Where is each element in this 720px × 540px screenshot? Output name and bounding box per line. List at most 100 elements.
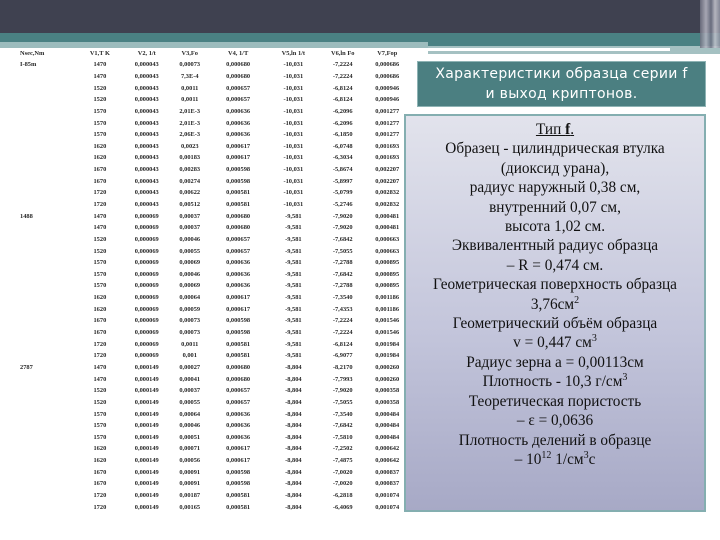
table-cell: 0,000636 xyxy=(226,410,251,418)
table-cell: 0,000069 xyxy=(134,340,159,348)
nuclide-cell xyxy=(12,303,75,315)
table-cell: -8,2170 xyxy=(332,363,353,371)
column-header: V1,T K xyxy=(89,50,110,57)
column-header: V3,Fo xyxy=(181,50,199,57)
table-cell: 0,000657 xyxy=(226,398,251,406)
table-cell: 0,000636 xyxy=(226,282,251,290)
table-cell: 0,000946 xyxy=(375,96,400,104)
table-cell: -8,804 xyxy=(285,503,302,511)
nuclide-cell: 1488 xyxy=(20,212,33,220)
table-row: 1570 0,000043 2,01E-3 0,000636 -10,031 -6,209… xyxy=(12,117,410,129)
table-cell: -7,3540 xyxy=(332,294,353,302)
table-cell: 1520 xyxy=(93,247,107,255)
table-cell: 1620 xyxy=(93,142,107,150)
nuclide-cell xyxy=(12,455,75,467)
nuclide-cell xyxy=(12,187,75,199)
table-cell: -10,031 xyxy=(283,72,304,80)
nuclide-cell xyxy=(12,280,75,292)
table-cell: 0,00046 xyxy=(179,422,201,430)
table-cell: 0,000043 xyxy=(134,189,159,197)
table-cell: 0,000581 xyxy=(226,352,251,360)
table-row: 1720 0,000043 0,00512 0,000581 -10,031 -5,274… xyxy=(12,199,410,211)
table-cell: 0,00037 xyxy=(179,387,201,395)
table-cell: -9,581 xyxy=(285,224,302,232)
table-cell: 0,000636 xyxy=(226,131,251,139)
nuclide-cell xyxy=(12,327,75,339)
table-cell: 0,000636 xyxy=(226,119,251,127)
table-row: 1620 0,000043 0,00183 0,000617 -10,031 -6,303… xyxy=(12,152,410,164)
table-row: 1570 0,000069 0,00069 0,000636 -9,581 -7,2788… xyxy=(12,257,410,269)
table-cell: -6,2818 xyxy=(332,492,353,500)
table-cell: -10,031 xyxy=(283,142,304,150)
table-cell: -7,4353 xyxy=(332,305,353,313)
table-cell: 0,000043 xyxy=(134,166,159,174)
table-cell: -7,0020 xyxy=(332,480,353,488)
table-cell: 0,000598 xyxy=(226,317,251,325)
nuclide-cell xyxy=(12,466,75,478)
table-cell: 1520 xyxy=(93,96,107,104)
table-cell: 0,00091 xyxy=(179,468,201,476)
table-cell: -6,8124 xyxy=(332,340,353,348)
column-header: Nsec,Nm xyxy=(20,50,45,57)
table-cell: 0,00165 xyxy=(179,503,201,511)
corner-decoration xyxy=(700,0,720,48)
table-cell: 0,000657 xyxy=(226,235,251,243)
table-cell: -9,581 xyxy=(285,247,302,255)
nuclide-cell xyxy=(12,432,75,444)
table-cell: 0,000069 xyxy=(134,329,159,337)
table-cell: 0,000149 xyxy=(134,468,159,476)
table-cell: 0,000043 xyxy=(134,131,159,139)
table-cell: 1470 xyxy=(93,72,107,80)
table-row: 1570 0,000043 2,06E-3 0,000636 -10,031 -6,185… xyxy=(12,129,410,141)
density-exponent: 3 xyxy=(622,372,628,384)
table-cell: 0,000946 xyxy=(375,84,400,92)
surface-value-text: 3,76см xyxy=(530,295,575,313)
table-cell: 1620 xyxy=(93,294,107,302)
table-cell: 0,000581 xyxy=(226,503,251,511)
table-cell: 0,00064 xyxy=(179,410,201,418)
nuclide-cell xyxy=(12,199,75,211)
nuclide-cell xyxy=(12,117,75,129)
table-cell: 1670 xyxy=(93,468,107,476)
table-cell: -10,031 xyxy=(283,154,304,162)
table-cell: -6,8124 xyxy=(332,84,353,92)
table-row: 1620 0,000149 0,00056 0,000617 -8,804 -7,4875… xyxy=(12,455,410,467)
table-cell: 0,000680 xyxy=(226,375,251,383)
surface-value: 3,76см2 xyxy=(406,295,704,314)
table-cell: -9,581 xyxy=(285,329,302,337)
table-cell: -6,1850 xyxy=(332,131,353,139)
table-cell: -7,2224 xyxy=(332,317,353,325)
table-cell: -7,2224 xyxy=(332,329,353,337)
table-row: I-85m 1470 0,000043 0,00073 0,000680 -10,031 -… xyxy=(12,59,410,71)
table-row: 1520 0,000149 0,00055 0,000657 -8,804 -7,5055… xyxy=(12,397,410,409)
table-cell: 1570 xyxy=(93,119,107,127)
table-cell: 0,000043 xyxy=(134,177,159,185)
nuclide-cell xyxy=(12,315,75,327)
table-cell: 0,000149 xyxy=(134,398,159,406)
nuclide-cell xyxy=(12,350,75,362)
column-header: V5,ln 1/t xyxy=(281,50,306,57)
table-cell: 0,000680 xyxy=(226,224,251,232)
table-cell: 0,001 xyxy=(182,352,197,360)
table-cell: 0,00283 xyxy=(179,166,201,174)
density-value: Плотность - 10,3 г/см3 xyxy=(406,372,704,391)
table-cell: -10,031 xyxy=(283,96,304,104)
table-cell: 0,000581 xyxy=(226,492,251,500)
table-cell: 0,00071 xyxy=(179,445,201,453)
table-row: 1470 0,000149 0,00041 0,000680 -8,804 -7,7993… xyxy=(12,373,410,385)
table-cell: 0,00027 xyxy=(179,363,201,371)
nuclide-cell xyxy=(12,234,75,246)
nuclide-cell: 2787 xyxy=(20,363,33,371)
table-cell: -9,581 xyxy=(285,259,302,267)
table-cell: -8,804 xyxy=(285,363,302,371)
table-cell: -7,9020 xyxy=(332,212,353,220)
table-row: 1520 0,000149 0,00037 0,000657 -8,804 -7,9020… xyxy=(12,385,410,397)
table-cell: 0,000581 xyxy=(226,201,251,208)
table-row: 1570 0,000043 2,01E-3 0,000636 -10,031 -6,209… xyxy=(12,106,410,118)
table-cell: -9,581 xyxy=(285,294,302,302)
table-cell: 0,000581 xyxy=(226,340,251,348)
table-row: 1620 0,000149 0,00071 0,000617 -8,804 -7,2502… xyxy=(12,443,410,455)
table-cell: -7,4875 xyxy=(332,457,353,465)
table-cell: 1570 xyxy=(93,282,107,290)
table-cell: -7,2224 xyxy=(332,72,353,80)
